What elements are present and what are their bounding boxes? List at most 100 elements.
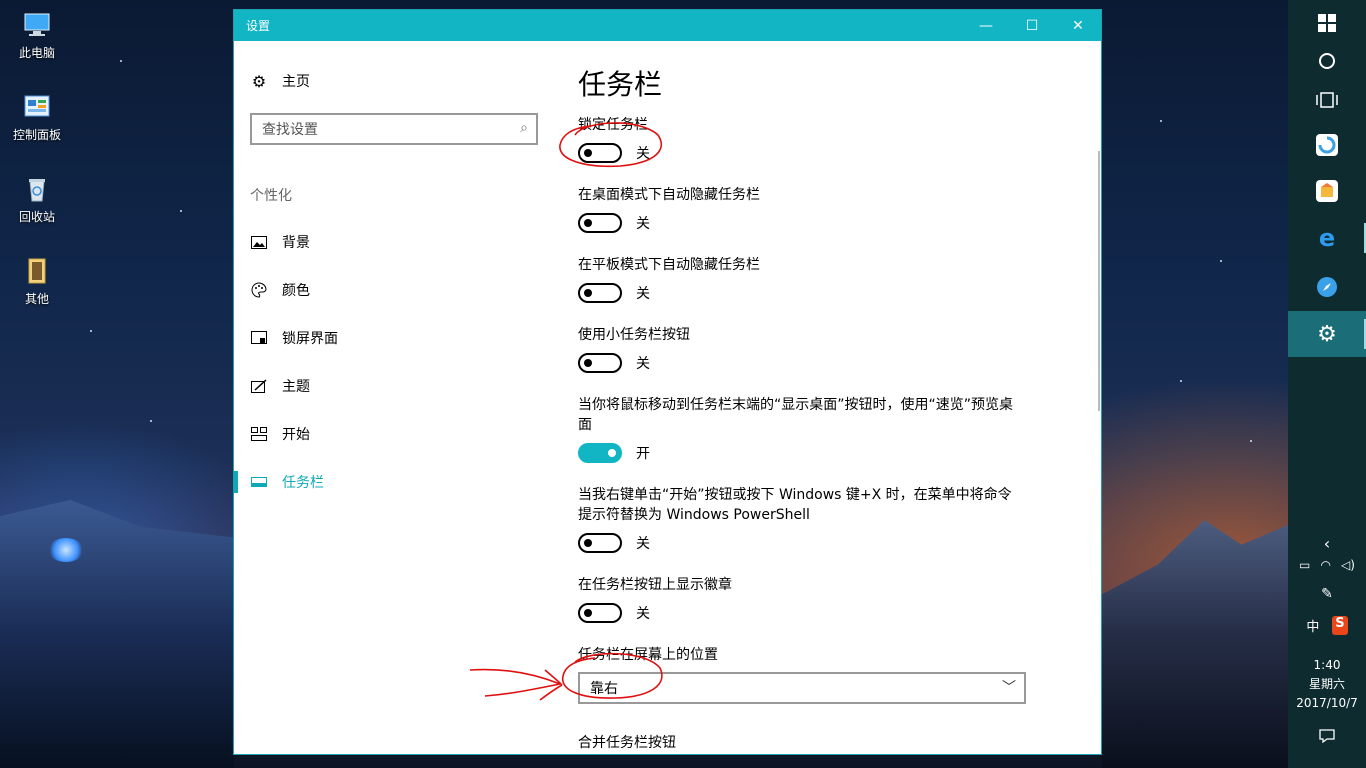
nav-item-label: 主题 [282,379,310,395]
app-package-icon [1316,180,1338,202]
ime-area: 中 S [1288,616,1366,635]
taskbar-app-1[interactable] [1288,122,1366,168]
desktop-icon-control-panel[interactable]: 控制面板 [6,92,68,143]
setting-label: 当你将鼠标移动到任务栏末端的“显示桌面”按钮时，使用“速览”预览桌面 [578,397,1014,433]
desktop-icon-label: 控制面板 [12,128,61,142]
desktop-icon-label: 其他 [24,292,49,306]
minimize-button[interactable]: — [963,10,1009,41]
toggle-state: 关 [636,536,650,552]
compass-icon [1317,277,1337,297]
setting-peek: 当你将鼠标移动到任务栏末端的“显示桌面”按钮时，使用“速览”预览桌面 开 [578,395,1018,463]
setting-label: 任务栏在屏幕上的位置 [578,647,718,663]
taskbar-position-dropdown[interactable]: 靠右 ﹀ [578,672,1026,704]
taskbar: e ⚙ ‹ ▭ ◠ ◁) ✎ 中 S 1:40 星期六 2017/10/7 [1288,0,1366,768]
clock-date: 2017/10/7 [1296,696,1358,710]
cortana-circle-icon [1319,53,1335,69]
window-title: 设置 [246,19,271,33]
taskbar-app-2[interactable] [1288,168,1366,214]
task-view-button[interactable] [1288,77,1366,123]
setting-position: 任务栏在屏幕上的位置 [578,645,1028,665]
wallpaper-mountain-right [1102,520,1288,768]
toggle-switch[interactable] [578,443,622,463]
toggle-switch[interactable] [578,283,622,303]
start-icon [250,426,268,442]
toggle-small-buttons[interactable]: 关 [578,353,1028,373]
windows-logo-icon [1318,14,1336,32]
toggle-switch[interactable] [578,353,622,373]
nav-home[interactable]: ⚙ 主页 [250,71,310,91]
toggle-switch[interactable] [578,603,622,623]
setting-badges: 在任务栏按钮上显示徽章 关 [578,575,1028,623]
setting-label: 当我右键单击“开始”按钮或按下 Windows 键+X 时，在菜单中将命令提示符… [578,487,1012,523]
close-button[interactable]: ✕ [1055,10,1101,41]
theme-icon [250,378,268,394]
nav-item-lock-screen[interactable]: 锁屏界面 [234,323,552,353]
taskbar-app-browser[interactable] [1288,264,1366,310]
nav-item-label: 开始 [282,427,310,443]
nav-item-label: 任务栏 [282,475,324,491]
folder-icon [28,258,46,284]
toggle-lock-taskbar[interactable]: 关 [578,143,1028,163]
desktop-icon-other[interactable]: 其他 [6,256,68,307]
maximize-button[interactable]: ☐ [1009,10,1055,41]
toggle-state: 开 [636,446,650,462]
toggle-autohide-tablet[interactable]: 关 [578,283,1028,303]
battery-icon[interactable]: ▭ [1299,558,1310,572]
sogou-icon[interactable]: S [1332,616,1348,635]
setting-combine: 合并任务栏按钮 [578,733,1028,753]
toggle-switch[interactable] [578,143,622,163]
ime-indicator[interactable]: 中 [1306,616,1319,635]
search-input[interactable]: 查找设置 ⌕ [250,113,538,145]
setting-label: 在桌面模式下自动隐藏任务栏 [578,187,760,203]
clock-time: 1:40 [1313,658,1341,672]
show-hidden-icons-button[interactable]: ‹ [1288,534,1366,553]
clock-day: 星期六 [1308,677,1345,691]
settings-window: 设置 — ☐ ✕ ⚙ 主页 查找设置 ⌕ 个性化 背景 颜色 锁屏界面 主题 开… [233,9,1102,755]
page-title: 任务栏 [578,68,663,101]
setting-lock-taskbar: 锁定任务栏 关 [578,115,1028,163]
edge-icon: e [1318,224,1336,252]
star [1250,440,1252,442]
tray-icons: ▭ ◠ ◁) [1288,558,1366,572]
setting-powershell: 当我右键单击“开始”按钮或按下 Windows 键+X 时，在菜单中将命令提示符… [578,485,1018,553]
taskbar-edge[interactable]: e [1288,215,1366,261]
nav-item-themes[interactable]: 主题 [234,371,552,401]
volume-icon[interactable]: ◁) [1341,558,1355,572]
nav-item-background[interactable]: 背景 [234,227,552,257]
lock-screen-icon [250,330,268,346]
nav-item-taskbar[interactable]: 任务栏 [234,467,552,497]
nav-item-label: 锁屏界面 [282,331,338,347]
dropdown-value: 靠右 [590,681,618,697]
setting-autohide-tablet: 在平板模式下自动隐藏任务栏 关 [578,255,1028,303]
desktop-icon-this-pc[interactable]: 此电脑 [6,10,68,61]
toggle-switch[interactable] [578,213,622,233]
action-center-button[interactable] [1288,728,1366,747]
search-icon: ⌕ [520,120,528,136]
star [1180,380,1182,382]
toggle-badges[interactable]: 关 [578,603,1028,623]
taskbar-settings[interactable]: ⚙ [1288,311,1366,357]
star [150,420,152,422]
clock[interactable]: 1:40 星期六 2017/10/7 [1288,656,1366,713]
toggle-autohide-desktop[interactable]: 关 [578,213,1028,233]
wifi-icon[interactable]: ◠ [1320,558,1330,572]
toggle-powershell[interactable]: 关 [578,533,1018,553]
settings-nav: ⚙ 主页 查找设置 ⌕ 个性化 背景 颜色 锁屏界面 主题 开始 任务栏 [234,41,552,754]
scrollbar-thumb[interactable] [1098,151,1100,411]
pen-button[interactable]: ✎ [1288,586,1366,602]
gear-icon: ⚙ [251,71,267,91]
chevron-down-icon: ﹀ [1002,680,1016,696]
toggle-state: 关 [636,286,650,302]
desktop-icon-recycle-bin[interactable]: 回收站 [6,174,68,225]
nav-item-colors[interactable]: 颜色 [234,275,552,305]
star [90,330,92,332]
toggle-switch[interactable] [578,533,622,553]
setting-label: 在任务栏按钮上显示徽章 [578,577,732,593]
toggle-peek[interactable]: 开 [578,443,1018,463]
nav-item-start[interactable]: 开始 [234,419,552,449]
nav-home-label: 主页 [282,74,310,90]
notification-icon [1319,729,1335,744]
toggle-state: 关 [636,606,650,622]
window-titlebar[interactable]: 设置 — ☐ ✕ [234,10,1101,41]
palette-icon [250,282,268,298]
